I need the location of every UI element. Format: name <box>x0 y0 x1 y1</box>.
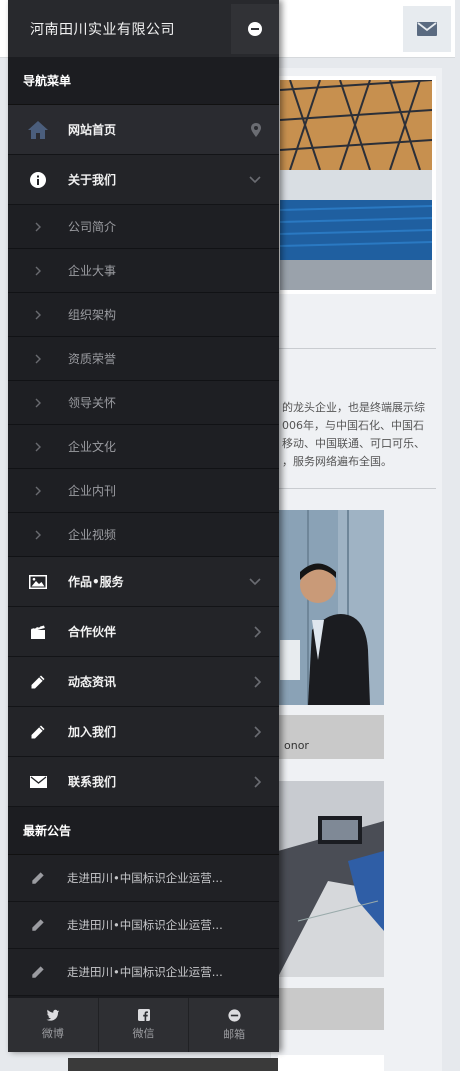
map-marker-icon <box>251 122 261 137</box>
subnav-item-video[interactable]: 企业视频 <box>8 513 279 557</box>
divider <box>276 488 436 489</box>
chevron-right-icon <box>35 398 41 407</box>
bird-icon <box>46 1009 59 1021</box>
pencil-icon <box>31 966 44 978</box>
image-icon <box>29 574 47 589</box>
subnav-item-company-profile[interactable]: 公司简介 <box>8 205 279 249</box>
subnav-item-label: 组织架构 <box>68 308 117 322</box>
subnav-item-label: 资质荣誉 <box>68 352 117 366</box>
minus-circle-icon <box>228 1008 241 1022</box>
subnav-item-organization[interactable]: 组织架构 <box>8 293 279 337</box>
subnav-item-label: 企业内刊 <box>68 484 117 498</box>
nav-item-label: 作品•服务 <box>68 575 124 589</box>
clapper-icon <box>31 625 45 639</box>
subnav-item-leadership[interactable]: 领导关怀 <box>8 381 279 425</box>
chevron-right-icon <box>35 222 41 231</box>
pencil-icon <box>31 675 45 688</box>
pencil-icon <box>31 919 44 931</box>
news-item[interactable]: 走进田川•中国标识企业运营... <box>8 949 279 996</box>
nav-item-label: 网站首页 <box>68 123 117 137</box>
weibo-button[interactable]: 微博 <box>8 998 99 1052</box>
chevron-right-icon <box>35 266 41 275</box>
drawer-footer: 微博 微信 邮箱 <box>8 998 279 1052</box>
chevron-right-icon <box>254 775 261 788</box>
news-section-header: 最新公告 <box>8 807 279 855</box>
subnav-item-label: 公司简介 <box>68 220 117 234</box>
chevron-right-icon <box>35 442 41 451</box>
about-line: ，服务网络遍布全国。 <box>282 455 392 468</box>
news-item-title: 走进田川•中国标识企业运营... <box>67 918 223 932</box>
chevron-right-icon <box>254 675 261 688</box>
footer-label: 邮箱 <box>223 1027 246 1041</box>
chevron-right-icon <box>254 725 261 738</box>
news-item-title: 走进田川•中国标识企业运营... <box>67 871 223 885</box>
nav-item-label: 合作伙伴 <box>68 625 117 639</box>
minus-circle-icon <box>248 22 262 36</box>
image-strip <box>68 1058 278 1071</box>
facebook-icon <box>137 1009 150 1021</box>
next-card <box>278 1055 384 1071</box>
nav-section-header: 导航菜单 <box>8 57 279 105</box>
about-line: 移动、中国联通、可口可乐、 <box>282 437 425 450</box>
nav-item-label: 关于我们 <box>68 173 117 187</box>
footer-label: 微博 <box>41 1027 64 1040</box>
envelope-icon <box>29 775 47 788</box>
about-line: 的龙头企业，也是终端展示综 <box>282 401 425 414</box>
nav-item-partners[interactable]: 合作伙伴 <box>8 607 279 657</box>
mailbox-button[interactable]: 邮箱 <box>189 998 279 1052</box>
subnav-item-culture[interactable]: 企业文化 <box>8 425 279 469</box>
drawer-header: 河南田川实业有限公司 <box>8 0 279 57</box>
photo-caption: onor <box>278 715 384 759</box>
chevron-down-icon <box>249 577 261 585</box>
pencil-icon <box>31 725 45 738</box>
pencil-icon <box>31 872 44 884</box>
chevron-right-icon <box>35 354 41 363</box>
nav-item-join[interactable]: 加入我们 <box>8 707 279 757</box>
subway-photo[interactable] <box>278 781 384 977</box>
about-text: 的龙头企业，也是终端展示综 006年，与中国石化、中国石 移动、中国联通、可口可… <box>282 399 438 471</box>
subnav-item-honors[interactable]: 资质荣誉 <box>8 337 279 381</box>
chevron-down-icon <box>249 175 261 183</box>
news-item-title: 走进田川•中国标识企业运营... <box>67 965 223 979</box>
subnav-item-label: 领导关怀 <box>68 396 117 410</box>
subnav-item-label: 企业大事 <box>68 264 117 278</box>
chevron-right-icon <box>35 530 41 539</box>
mail-button[interactable] <box>403 6 451 52</box>
nav-item-label: 加入我们 <box>68 725 117 739</box>
nav-item-about[interactable]: 关于我们 <box>8 155 279 205</box>
divider <box>276 348 436 349</box>
subnav-item-journal[interactable]: 企业内刊 <box>8 469 279 513</box>
businessman-photo[interactable] <box>278 510 384 705</box>
photo-caption-bar <box>278 988 384 1030</box>
stadium-image <box>276 76 436 294</box>
nav-item-contact[interactable]: 联系我们 <box>8 757 279 807</box>
nav-item-label: 联系我们 <box>68 775 117 789</box>
subnav-item-label: 企业文化 <box>68 440 117 454</box>
subnav-item-milestones[interactable]: 企业大事 <box>8 249 279 293</box>
chevron-right-icon <box>35 486 41 495</box>
nav-item-works[interactable]: 作品•服务 <box>8 557 279 607</box>
nav-item-label: 动态资讯 <box>68 675 117 689</box>
news-item[interactable]: 走进田川•中国标识企业运营... <box>8 902 279 949</box>
nav-item-news[interactable]: 动态资讯 <box>8 657 279 707</box>
news-item[interactable]: 走进田川•中国标识企业运营... <box>8 855 279 902</box>
side-drawer: 河南田川实业有限公司 导航菜单 网站首页 关于我们 公司简介 企业大事 组织架构… <box>8 0 279 1052</box>
footer-label: 微信 <box>132 1027 155 1040</box>
envelope-icon <box>417 22 437 36</box>
close-drawer-button[interactable] <box>231 4 279 54</box>
site-title: 河南田川实业有限公司 <box>30 21 175 38</box>
chevron-right-icon <box>254 625 261 638</box>
nav-item-home[interactable]: 网站首页 <box>8 105 279 155</box>
subnav-item-label: 企业视频 <box>68 528 117 542</box>
home-icon <box>28 120 48 139</box>
info-icon <box>30 171 46 188</box>
wechat-button[interactable]: 微信 <box>99 998 190 1052</box>
about-line: 006年，与中国石化、中国石 <box>282 419 424 432</box>
chevron-right-icon <box>35 310 41 319</box>
